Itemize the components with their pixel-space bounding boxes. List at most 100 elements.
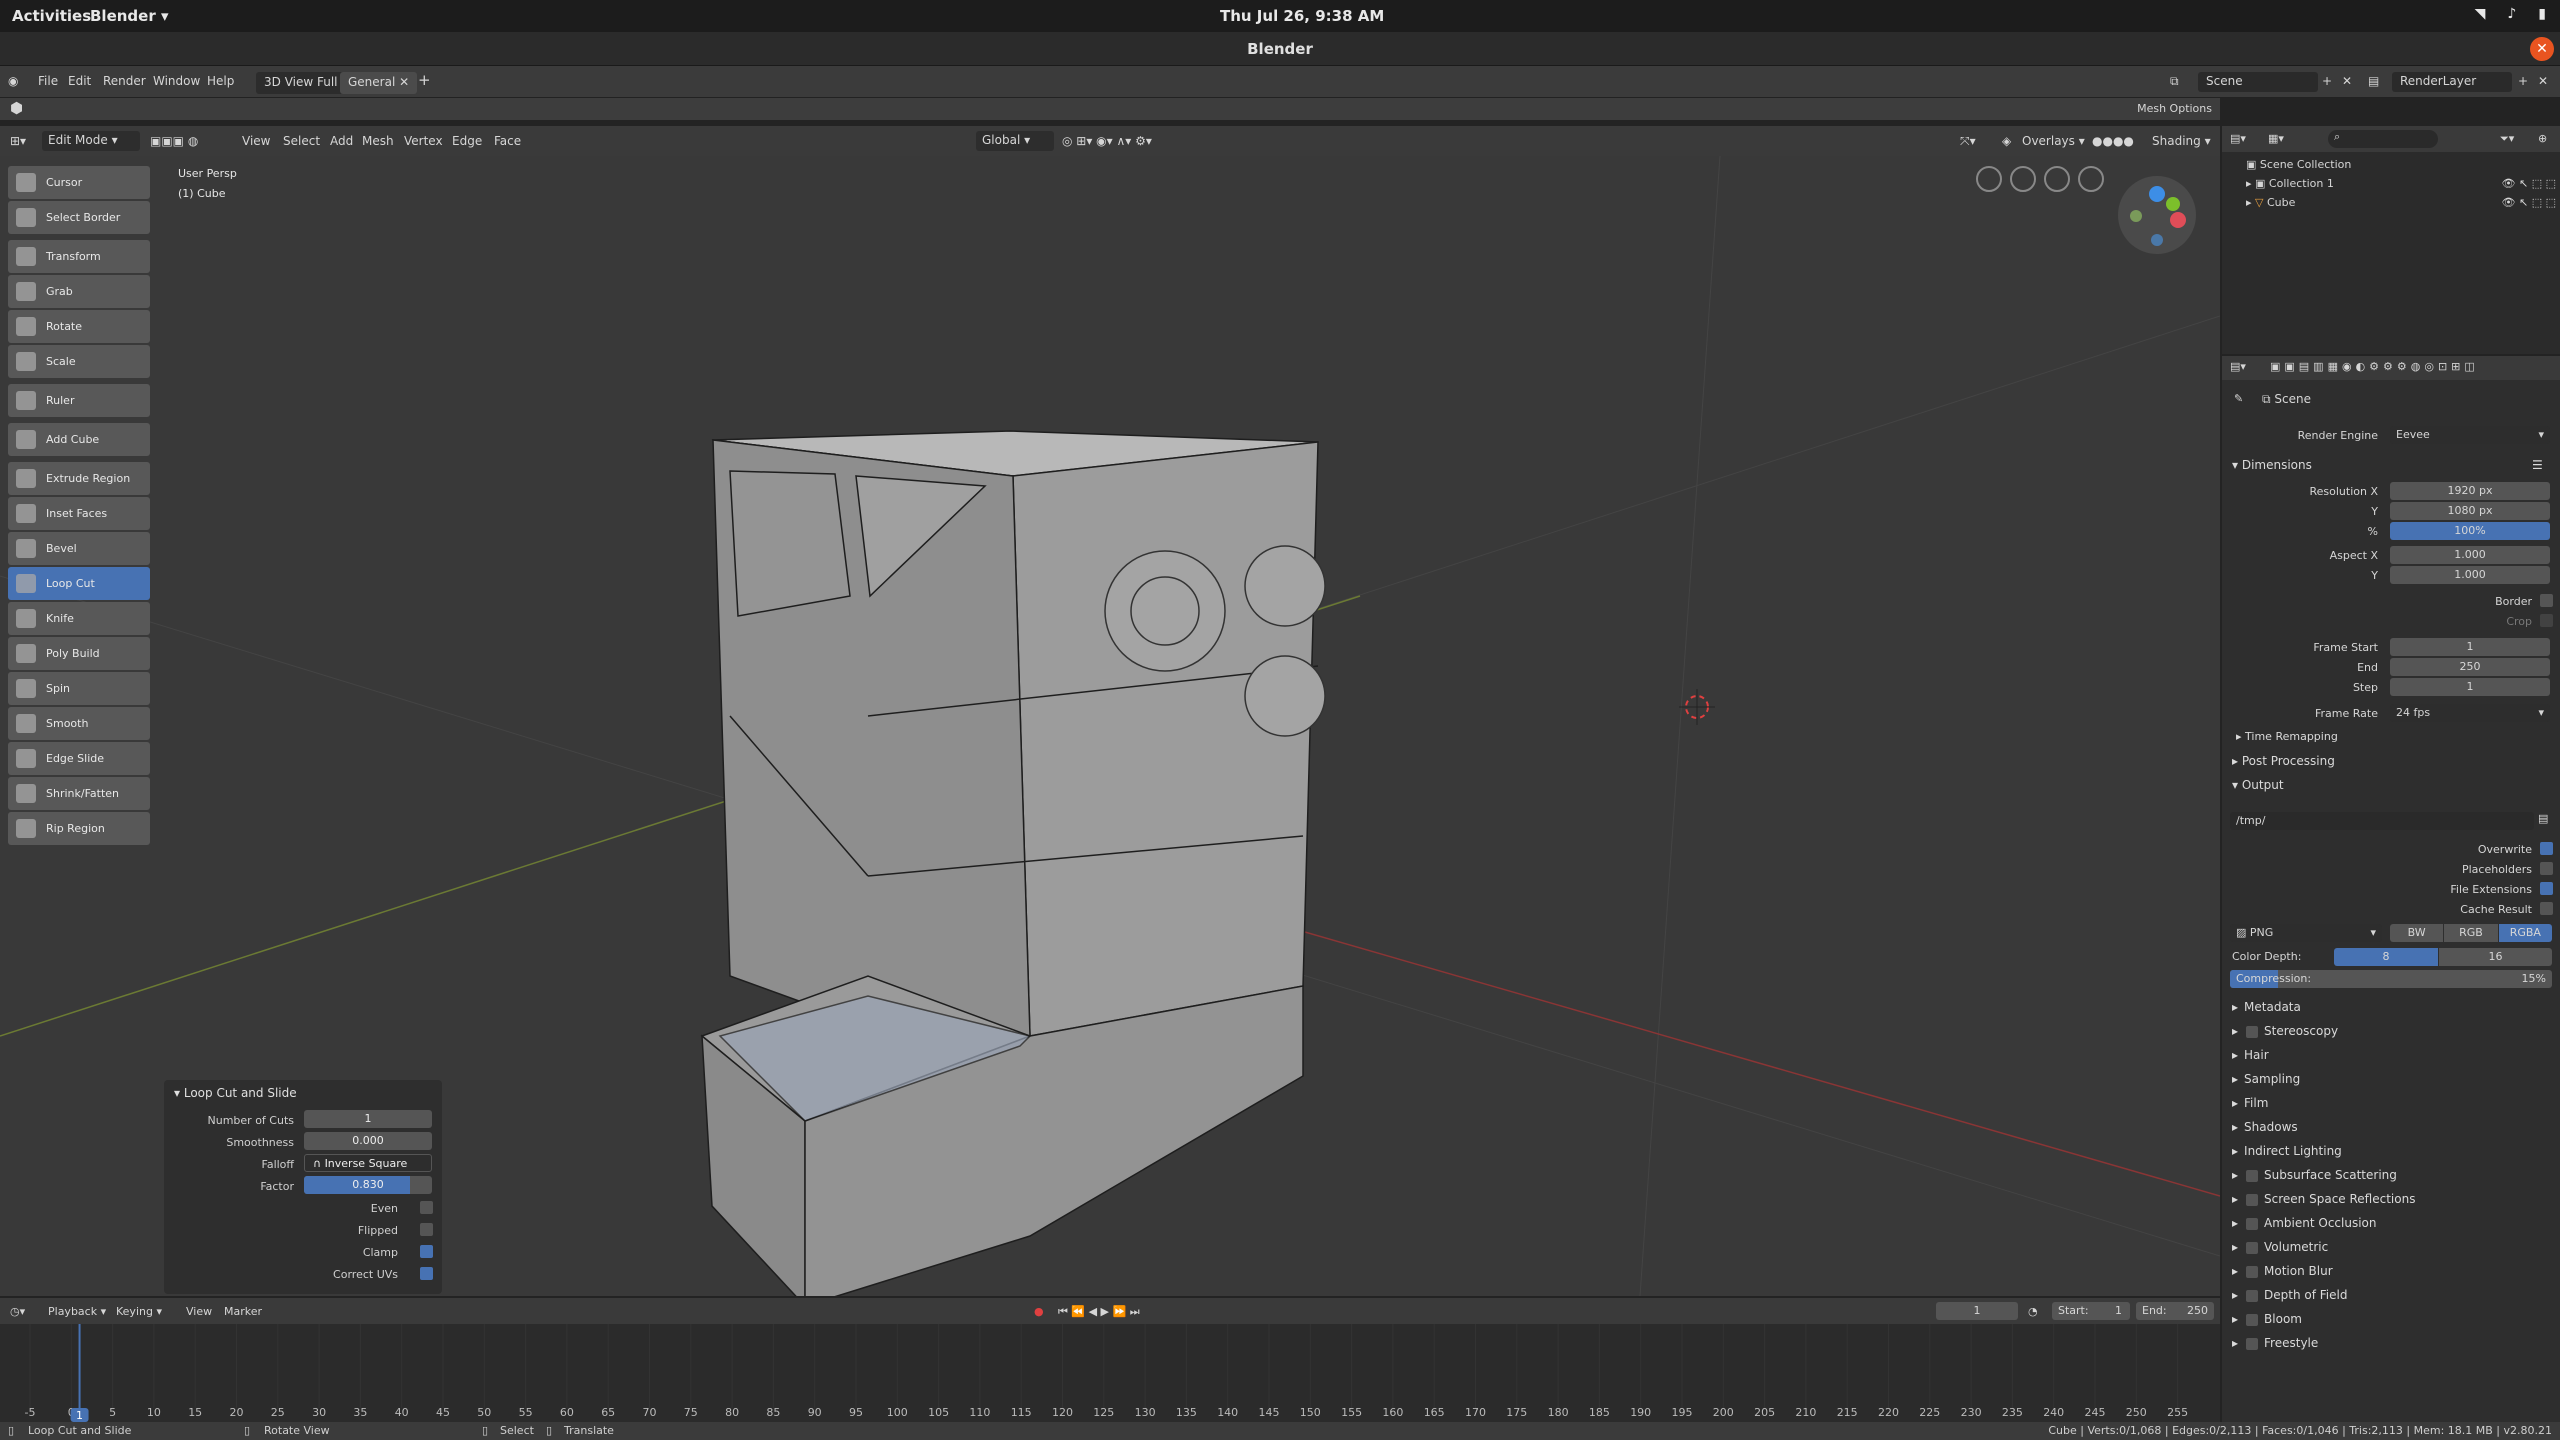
gizmo-y-axis[interactable]: [2166, 197, 2180, 211]
system-tray[interactable]: ◥ ♪ ▮: [2475, 6, 2546, 22]
mesh-options-button[interactable]: Mesh Options: [2137, 102, 2212, 115]
properties-tab-icons[interactable]: ▣▣▤▥▦◉◐⚙⚙⚙◍◎⊡⊞◫: [2270, 360, 2479, 373]
border-checkbox[interactable]: [2540, 594, 2553, 607]
section-ambient-occlusion[interactable]: ▸ Ambient Occlusion: [2232, 1216, 2377, 1230]
tool-ruler[interactable]: Ruler: [8, 384, 150, 417]
timeline-editor-icon[interactable]: ◷▾: [10, 1305, 25, 1318]
falloff-dropdown[interactable]: ∩ Inverse Square: [304, 1154, 432, 1172]
section-checkbox[interactable]: [2246, 1169, 2259, 1182]
zoom-icon[interactable]: [2044, 166, 2070, 192]
tool-poly-build[interactable]: Poly Build: [8, 637, 150, 670]
tool-edge-slide[interactable]: Edge Slide: [8, 742, 150, 775]
orientation-dropdown[interactable]: Global ▾: [976, 131, 1054, 151]
section-indirect-lighting[interactable]: ▸ Indirect Lighting: [2232, 1144, 2342, 1158]
section-checkbox[interactable]: [2246, 1241, 2259, 1254]
overwrite-checkbox[interactable]: [2540, 842, 2553, 855]
3d-cursor[interactable]: [1679, 689, 1715, 725]
menu-face[interactable]: Face: [494, 134, 521, 148]
tool-extrude-region[interactable]: Extrude Region: [8, 462, 150, 495]
menu-view[interactable]: View: [242, 134, 270, 148]
add-workspace-button[interactable]: +: [418, 71, 431, 89]
smoothness-field[interactable]: 0.000: [304, 1132, 432, 1150]
section-freestyle[interactable]: ▸ Freestyle: [2232, 1336, 2318, 1350]
tool-transform[interactable]: Transform: [8, 240, 150, 273]
section-stereoscopy[interactable]: ▸ Stereoscopy: [2232, 1024, 2338, 1038]
mode-dropdown[interactable]: Edit Mode ▾: [42, 131, 140, 151]
frame-rate-dropdown[interactable]: 24 fps ▾: [2390, 704, 2550, 722]
start-frame-field[interactable]: Start: 1: [2052, 1302, 2130, 1320]
tool-add-cube[interactable]: Add Cube: [8, 423, 150, 456]
tool-rotate[interactable]: Rotate: [8, 310, 150, 343]
tool-rip-region[interactable]: Rip Region: [8, 812, 150, 845]
visibility-icons[interactable]: 👁 ↖ ⬚ ⬚: [2502, 194, 2556, 212]
new-collection-icon[interactable]: ⊕: [2538, 132, 2547, 145]
pan-icon[interactable]: [2010, 166, 2036, 192]
gizmo-neg-y-axis[interactable]: [2130, 210, 2142, 222]
color-mode-rgba[interactable]: RGBA: [2498, 924, 2552, 942]
timeline-area[interactable]: -505101520253035404550556065707580859095…: [0, 1324, 2220, 1424]
operator-panel-header[interactable]: ▾ Loop Cut and Slide: [174, 1086, 297, 1100]
visibility-icons[interactable]: 👁 ↖ ⬚ ⬚: [2502, 175, 2556, 193]
shading-modes-icons[interactable]: ●●●●: [2092, 134, 2134, 148]
outliner-search-input[interactable]: ⌕: [2328, 130, 2438, 148]
shading-dropdown[interactable]: Shading ▾: [2152, 134, 2211, 148]
camera-view-icon[interactable]: [1976, 166, 2002, 192]
expand-icon[interactable]: ▸: [2246, 177, 2255, 190]
navigation-gizmo[interactable]: [2118, 176, 2196, 254]
playback-controls[interactable]: ⏮ ⏪ ◀ ▶ ⏩ ⏭: [1058, 1305, 1140, 1319]
section-checkbox[interactable]: [2246, 1193, 2259, 1206]
scene-field[interactable]: Scene: [2198, 72, 2318, 92]
aspect-x-field[interactable]: 1.000: [2390, 546, 2550, 564]
menu-window[interactable]: Window: [153, 74, 200, 88]
section-checkbox[interactable]: [2246, 1313, 2259, 1326]
menu-marker[interactable]: Marker: [224, 1305, 262, 1318]
frame-step-field[interactable]: 1: [2390, 678, 2550, 696]
section-checkbox[interactable]: [2246, 1289, 2259, 1302]
outliner-object-cube[interactable]: ▸ ▽ Cube 👁 ↖ ⬚ ⬚: [2246, 194, 2556, 212]
section-screen-space-reflections[interactable]: ▸ Screen Space Reflections: [2232, 1192, 2415, 1206]
section-volumetric[interactable]: ▸ Volumetric: [2232, 1240, 2328, 1254]
section-film[interactable]: ▸ Film: [2232, 1096, 2268, 1110]
menu-timeline-view[interactable]: View: [186, 1305, 212, 1318]
section-dimensions[interactable]: ▾ Dimensions ☰: [2232, 458, 2543, 472]
menu-mesh[interactable]: Mesh: [362, 134, 394, 148]
tool-knife[interactable]: Knife: [8, 602, 150, 635]
new-scene-button[interactable]: +: [2322, 74, 2332, 88]
correct-uvs-checkbox[interactable]: [420, 1267, 433, 1280]
tool-smooth[interactable]: Smooth: [8, 707, 150, 740]
menu-edge[interactable]: Edge: [452, 134, 482, 148]
section-hair[interactable]: ▸ Hair: [2232, 1048, 2269, 1062]
crop-checkbox[interactable]: [2540, 614, 2553, 627]
folder-icon[interactable]: ▤: [2538, 812, 2548, 825]
section-depth-of-field[interactable]: ▸ Depth of Field: [2232, 1288, 2347, 1302]
render-engine-dropdown[interactable]: Eevee ▾: [2390, 426, 2550, 444]
blender-logo-icon[interactable]: ◉: [8, 74, 18, 88]
output-path-input[interactable]: /tmp/: [2230, 812, 2534, 830]
section-subsurface-scattering[interactable]: ▸ Subsurface Scattering: [2232, 1168, 2397, 1182]
gizmo-z-axis[interactable]: [2149, 186, 2165, 202]
section-metadata[interactable]: ▸ Metadata: [2232, 1000, 2301, 1014]
section-motion-blur[interactable]: ▸ Motion Blur: [2232, 1264, 2333, 1278]
section-checkbox[interactable]: [2246, 1337, 2259, 1350]
new-layer-button[interactable]: +: [2518, 74, 2528, 88]
gizmo-neg-z-axis[interactable]: [2151, 234, 2163, 246]
app-menu[interactable]: Blender ▾: [90, 7, 169, 25]
menu-vertex[interactable]: Vertex: [404, 134, 443, 148]
pivot-snap-icons[interactable]: ◎ ⊞▾ ◉▾ ∧▾ ⚙▾: [1062, 134, 1152, 148]
mesh-model[interactable]: [700, 430, 1326, 1296]
compression-slider[interactable]: Compression: 15%: [2230, 970, 2552, 988]
pin-icon[interactable]: ✎: [2234, 392, 2243, 405]
frame-end-field[interactable]: 250: [2390, 658, 2550, 676]
file-format-dropdown[interactable]: ▨ PNG ▾: [2230, 924, 2382, 942]
tool-loop-cut[interactable]: Loop Cut: [8, 567, 150, 600]
clock[interactable]: Thu Jul 26, 9:38 AM: [1220, 7, 1384, 25]
gizmo-toggle-icon[interactable]: ⤧▾: [1960, 134, 1976, 149]
tool-shrink-fatten[interactable]: Shrink/Fatten: [8, 777, 150, 810]
delete-layer-button[interactable]: ✕: [2538, 74, 2548, 88]
section-post-processing[interactable]: ▸ Post Processing: [2232, 754, 2335, 768]
cache-result-checkbox[interactable]: [2540, 902, 2553, 915]
section-output[interactable]: ▾ Output: [2232, 778, 2284, 792]
menu-render[interactable]: Render: [103, 74, 146, 88]
tool-scale[interactable]: Scale: [8, 345, 150, 378]
editor-type-icon[interactable]: ⊞▾: [10, 134, 26, 148]
